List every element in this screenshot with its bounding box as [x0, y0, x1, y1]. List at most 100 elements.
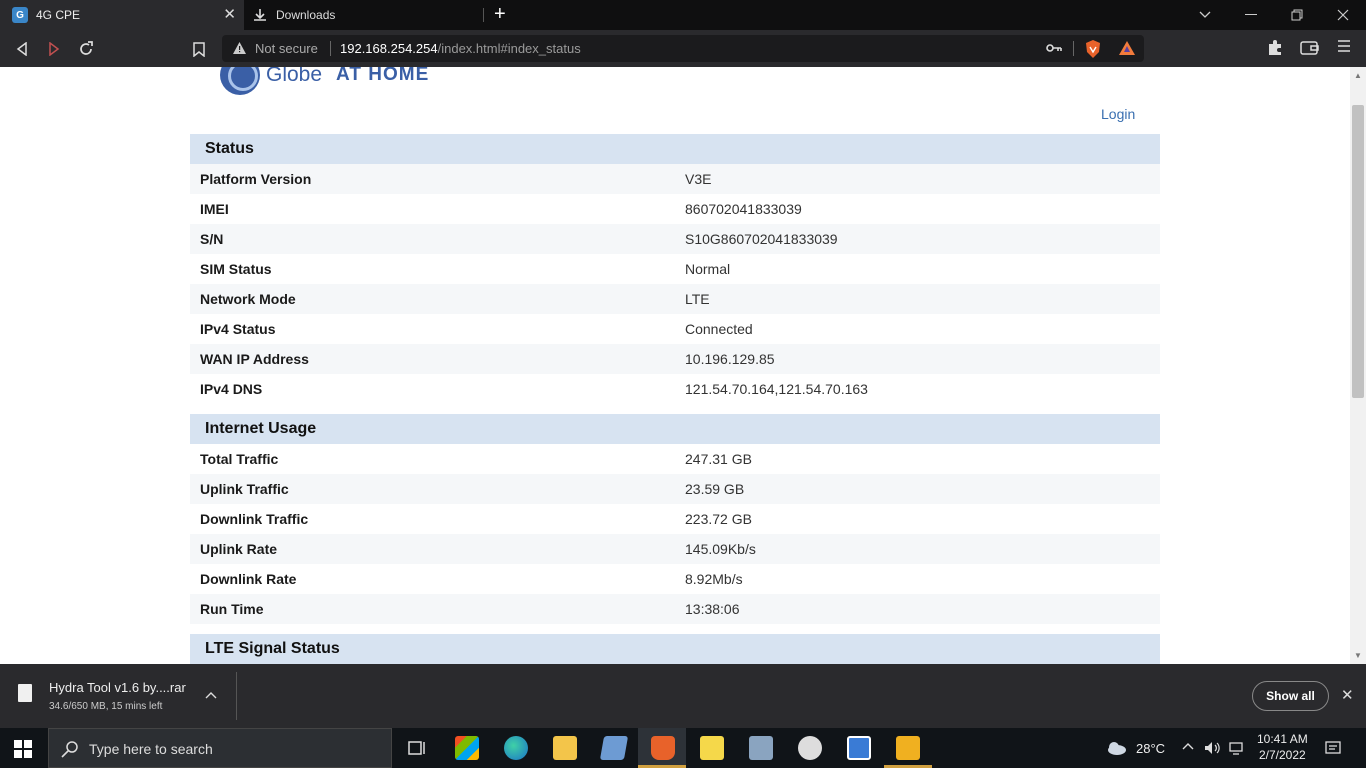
- login-link[interactable]: Login: [1101, 106, 1135, 122]
- tab-search-chevron-icon[interactable]: [1182, 0, 1228, 30]
- security-label: Not secure: [255, 41, 318, 56]
- section-header-status: Status: [190, 134, 1160, 164]
- show-all-button[interactable]: Show all: [1252, 681, 1329, 711]
- row-value: V3E: [685, 171, 712, 187]
- new-tab-plus-icon[interactable]: +: [494, 4, 506, 24]
- tab-4g-cpe[interactable]: G 4G CPE ✕: [0, 0, 244, 30]
- table-row: Run Time 13:38:06: [190, 594, 1160, 624]
- sticky-notes-icon[interactable]: [700, 736, 724, 760]
- url-host: 192.168.254.254: [340, 41, 438, 56]
- menu-hamburger-icon[interactable]: [1337, 39, 1351, 53]
- browser-tab-strip: G 4G CPE ✕ Downloads +: [0, 0, 1366, 30]
- warning-triangle-icon: [233, 42, 246, 54]
- row-label: IPv4 Status: [200, 321, 276, 337]
- download-manager-icon[interactable]: [896, 736, 920, 760]
- row-label: Downlink Traffic: [200, 511, 309, 527]
- wallet-icon[interactable]: [1300, 39, 1319, 56]
- brave-browser-icon[interactable]: [651, 736, 675, 760]
- download-file-name[interactable]: Hydra Tool v1.6 by....rar: [49, 680, 186, 695]
- globe-at-home-logo: Globe AT HOME: [220, 67, 429, 95]
- key-icon[interactable]: [1046, 41, 1062, 55]
- table-row: IPv4 DNS 121.54.70.164,121.54.70.163: [190, 374, 1160, 404]
- row-value: 121.54.70.164,121.54.70.163: [685, 381, 868, 397]
- address-bar[interactable]: Not secure 192.168.254.254/index.html#in…: [222, 35, 1144, 62]
- row-value: S10G860702041833039: [685, 231, 838, 247]
- restore-icon[interactable]: [1274, 0, 1320, 30]
- volume-icon[interactable]: [1204, 740, 1220, 756]
- row-value: 23.59 GB: [685, 481, 745, 497]
- chevron-up-icon[interactable]: [205, 688, 217, 702]
- notepad-icon[interactable]: [599, 736, 629, 760]
- router-page-favicon-icon: G: [12, 7, 28, 23]
- weather-widget[interactable]: 28°C: [1105, 728, 1165, 768]
- minimize-icon[interactable]: [1228, 0, 1274, 30]
- clock-date: 2/7/2022: [1258, 748, 1306, 762]
- row-value: 10.196.129.85: [685, 351, 775, 367]
- windows-start-icon[interactable]: [14, 740, 32, 758]
- tab-downloads[interactable]: Downloads: [244, 0, 484, 30]
- table-row: Network Mode LTE: [190, 284, 1160, 314]
- taskbar-clock[interactable]: 10:41 AM 2/7/2022: [1257, 731, 1308, 763]
- forward-icon[interactable]: [43, 38, 65, 60]
- tray-chevron-up-icon[interactable]: [1182, 742, 1194, 750]
- control-panel-icon[interactable]: [749, 736, 773, 760]
- table-row: WAN IP Address 10.196.129.85: [190, 344, 1160, 374]
- row-value: LTE: [685, 291, 710, 307]
- url-path: /index.html#index_status: [437, 41, 581, 56]
- scroll-down-arrow-icon[interactable]: ▼: [1354, 651, 1362, 660]
- temperature-text: 28°C: [1136, 740, 1166, 756]
- edge-browser-icon[interactable]: [504, 736, 528, 760]
- globe-logo-icon: [220, 67, 260, 95]
- windows-taskbar: Type here to search 28°C 10:41 AM 2/7/20…: [0, 728, 1366, 768]
- bookmark-icon[interactable]: [188, 38, 210, 60]
- row-label: Uplink Rate: [200, 541, 278, 557]
- row-label: Total Traffic: [200, 451, 279, 467]
- extensions-puzzle-icon[interactable]: [1267, 39, 1284, 56]
- cloud-weather-icon: [1108, 742, 1126, 755]
- back-icon[interactable]: [11, 38, 33, 60]
- table-row: S/N S10G860702041833039: [190, 224, 1160, 254]
- close-shelf-icon[interactable]: ✕: [1341, 686, 1354, 704]
- search-placeholder: Type here to search: [89, 741, 213, 757]
- table-row: Platform Version V3E: [190, 164, 1160, 194]
- close-tab-icon[interactable]: ✕: [223, 7, 236, 23]
- tab-title: Downloads: [276, 8, 336, 22]
- task-view-icon[interactable]: [405, 736, 429, 760]
- row-label: Platform Version: [200, 171, 312, 187]
- table-row: Downlink Traffic 223.72 GB: [190, 504, 1160, 534]
- row-label: WAN IP Address: [200, 351, 309, 367]
- scrollbar-thumb[interactable]: [1352, 105, 1364, 398]
- lightshot-app-icon[interactable]: [847, 736, 871, 760]
- reload-icon[interactable]: [75, 38, 97, 60]
- table-row: Uplink Rate 145.09Kb/s: [190, 534, 1160, 564]
- row-value: 145.09Kb/s: [685, 541, 756, 557]
- row-value: 860702041833039: [685, 201, 802, 217]
- row-label: Uplink Traffic: [200, 481, 289, 497]
- address-divider: [1073, 41, 1074, 56]
- download-progress-text: 34.6/650 MB, 15 mins left: [49, 701, 163, 712]
- microsoft-store-icon[interactable]: [455, 736, 479, 760]
- logo-brand: Globe: [266, 67, 323, 86]
- clock-app-icon[interactable]: [798, 736, 822, 760]
- page-viewport: Globe AT HOME Login Status Platform Vers…: [0, 67, 1350, 664]
- section-header-lte-signal-status: LTE Signal Status: [190, 634, 1160, 664]
- scroll-up-arrow-icon[interactable]: ▲: [1354, 71, 1362, 80]
- table-row: IPv4 Status Connected: [190, 314, 1160, 344]
- close-window-icon[interactable]: [1320, 0, 1366, 30]
- address-divider: [330, 41, 331, 56]
- row-label: IMEI: [200, 201, 229, 217]
- row-value: 8.92Mb/s: [685, 571, 743, 587]
- download-icon: [254, 9, 266, 21]
- taskbar-search-box[interactable]: Type here to search: [48, 728, 392, 768]
- status-content: Status Platform Version V3E IMEI 860702041…: [190, 134, 1160, 664]
- network-icon[interactable]: [1229, 740, 1245, 756]
- row-label: Downlink Rate: [200, 571, 297, 587]
- brave-rewards-icon[interactable]: [1118, 40, 1136, 56]
- file-icon: [18, 684, 32, 702]
- page-scrollbar[interactable]: ▲ ▼: [1350, 67, 1366, 664]
- brave-shields-icon[interactable]: [1084, 39, 1102, 59]
- file-explorer-icon[interactable]: [553, 736, 577, 760]
- notifications-icon[interactable]: [1325, 740, 1341, 756]
- table-row: Downlink Rate 8.92Mb/s: [190, 564, 1160, 594]
